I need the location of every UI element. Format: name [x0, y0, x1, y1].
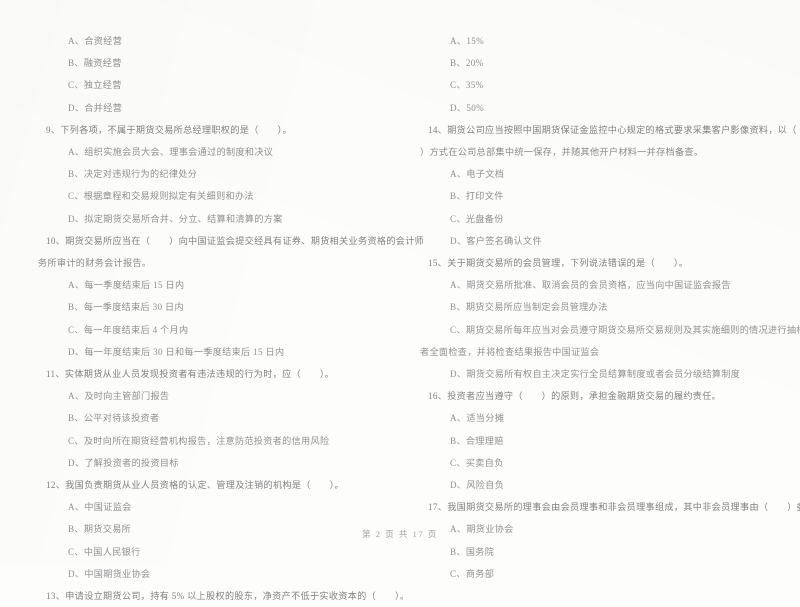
answer-option: A、每一季度结束后 15 日内	[68, 280, 185, 291]
answer-option: D、风险自负	[450, 480, 505, 491]
answer-option-continuation: 者全面检查，并将检查结果报告中国证监会	[420, 346, 600, 357]
two-column-layout: A、合资经营 B、融资经营 C、独立经营 D、合并经营 9、下列各项，不属于期货交易所总…	[38, 30, 800, 601]
answer-option: C、及时向所在期货经营机构报告，注意防范投资者的信用风险	[68, 435, 330, 446]
answer-option: B、20%	[450, 58, 484, 69]
answer-option: B、每一季度结束后 30 日内	[68, 302, 184, 313]
answer-option: D、50%	[450, 102, 485, 113]
answer-option: D、客户签名确认文件	[450, 235, 542, 246]
answer-option: A、及时向主管部门报告	[68, 391, 170, 402]
answer-option: B、期货交易所应当制定会员管理办法	[450, 302, 608, 313]
answer-option: A、合资经营	[68, 36, 123, 46]
answer-option: A、15%	[450, 36, 485, 46]
answer-option: A、电子文档	[450, 169, 505, 180]
exam-page: A、合资经营 B、融资经营 C、独立经营 D、合并经营 9、下列各项，不属于期货交易所总…	[0, 0, 800, 601]
answer-option: C、根据章程和交易规则拟定有关细则和办法	[68, 191, 254, 202]
answer-option: D、合并经营	[68, 102, 123, 113]
answer-option: C、期货交易所每年应当对会员遵守期货交易所交易规则及其实施细则的情况进行抽样或	[450, 324, 800, 335]
question-stem: 17、我国期货交易所的理事会由会员理事和非会员理事组成，其中非会员理事由（ ）委…	[428, 502, 800, 513]
answer-option: C、每一年度结束后 4 个月内	[68, 324, 189, 335]
question-stem-continuation: 务所审计的财务会计报告。	[38, 258, 152, 269]
question-stem: 9、下列各项，不属于期货交易所总经理职权的是（ ）。	[46, 124, 292, 135]
answer-option: B、合理理赔	[450, 435, 504, 446]
question-stem: 12、我国负责期货从业人员资格的认定、管理及注销的机构是（ ）。	[46, 480, 345, 491]
answer-option: C、光盘备份	[450, 213, 504, 224]
answer-option: C、独立经营	[68, 80, 122, 91]
question-stem: 11、实体期货从业人员发现投资者有违法违规的行为时，应（ ）。	[46, 369, 335, 380]
page-footer: 第 2 页 共 17 页	[362, 530, 438, 539]
question-stem: 10、期货交易所应当在（ ）向中国证监会提交经具有证券、期货相关业务资格的会计师	[46, 235, 425, 246]
answer-option: A、期货交易所批准、取消会员的会员资格，应当向中国证监会报告	[450, 280, 731, 291]
answer-option: A、组织实施会员大会、理事会通过的制度和决议	[68, 147, 274, 158]
answer-option: D、期货交易所有权自主决定实行全员结算制度或者会员分级结算制度	[450, 369, 741, 380]
answer-option: D、拟定期货交易所合并、分立、结算和清算的方案	[68, 213, 283, 224]
answer-option: C、商务部	[450, 568, 495, 579]
question-stem-continuation: ）方式在公司总部集中统一保存，并随其他开户材料一并存档备查。	[420, 147, 704, 158]
answer-option: B、打印文件	[450, 191, 504, 202]
answer-option: B、公平对待该投资者	[68, 413, 160, 424]
answer-option: B、融资经营	[68, 58, 122, 69]
answer-option: C、买卖自负	[450, 457, 504, 468]
answer-option: D、中国期货业协会	[68, 568, 151, 579]
question-stem: 13、申请设立期货公司，持有 5% 以上股权的股东，净资产不低于实收资本的（ ）…	[46, 591, 410, 602]
answer-option: B、国务院	[450, 546, 495, 557]
right-column: A、15% B、20% C、35% D、50% 14、期货公司应当按照中国期货保证金监控…	[420, 30, 800, 579]
question-stem: 15、关于期货交易所的会员管理，下列说法错误的是（ ）。	[428, 258, 689, 269]
question-stem: 14、期货公司应当按照中国期货保证金监控中心规定的格式要求采集客户影像资料，以（	[428, 124, 797, 135]
left-column: A、合资经营 B、融资经营 C、独立经营 D、合并经营 9、下列各项，不属于期货交易所总…	[38, 30, 425, 601]
answer-option: C、35%	[450, 80, 484, 91]
answer-option: A、中国证监会	[68, 502, 132, 513]
answer-option: B、决定对违规行为的纪律处分	[68, 169, 198, 180]
question-stem: 16、投资者应当遵守（ ）的原则，承担金融期货交易的履约责任。	[428, 391, 722, 402]
answer-option: D、每一年度结束后 30 日和每一季度结束后 15 日内	[68, 346, 285, 357]
answer-option: D、了解投资者的投资目标	[68, 457, 179, 468]
answer-option: A、适当分摊	[450, 413, 505, 424]
answer-option: C、中国人民银行	[68, 546, 141, 557]
